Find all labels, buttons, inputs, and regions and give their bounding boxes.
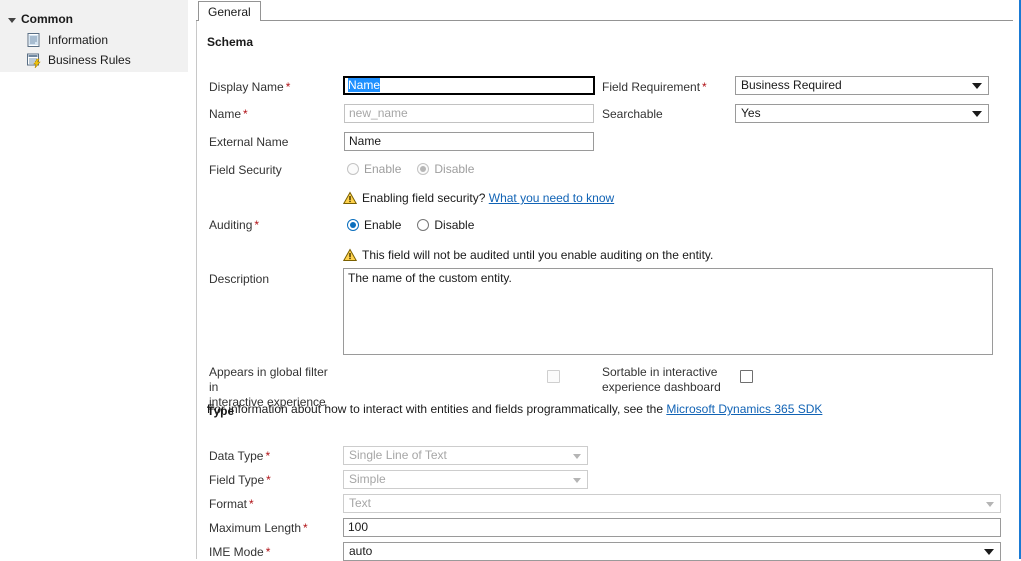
display-name-value: Name [348,78,381,92]
display-name-label: Display Name * [209,80,291,94]
radio-label: Disable [434,162,475,176]
data-type-value: Single Line of Text [349,448,447,462]
field-security-warning-text: Enabling field security? [362,191,486,205]
display-name-input[interactable]: Name [343,76,595,95]
field-security-warning: Enabling field security? What you need t… [342,191,863,205]
searchable-label: Searchable [602,107,663,121]
dynamics-sdk-link[interactable]: Microsoft Dynamics 365 SDK [666,402,822,416]
chevron-down-icon [986,502,994,507]
format-select[interactable]: Text [343,494,1001,513]
chevron-down-icon [8,17,16,23]
field-security-disable-radio[interactable]: Disable [417,162,474,176]
radio-dot-icon [347,163,359,175]
radio-label: Disable [434,218,475,232]
searchable-value: Yes [741,106,761,120]
ime-mode-label: IME Mode * [209,545,271,559]
field-editor-window: Common Information Business Rules Genera… [0,0,1021,561]
type-heading: Type [207,404,235,418]
chevron-down-icon [573,454,581,459]
sidebar-group-label: Common [21,12,73,26]
global-filter-checkbox[interactable] [547,370,560,383]
data-type-select[interactable]: Single Line of Text [343,446,588,465]
searchable-select[interactable]: Yes [735,104,989,123]
general-tab-panel: Schema Display Name * Name Name * new_name… [196,21,1013,561]
sidebar-item-label: Information [48,33,109,47]
external-name-value: Name [349,134,382,148]
field-security-label: Field Security [209,163,282,177]
field-type-value: Simple [349,472,386,486]
field-security-radio-group: Enable Disable [347,162,490,176]
radio-label: Enable [364,218,402,232]
chevron-down-icon [573,478,581,483]
sidebar-navigation: Common Information Business Rules [0,0,188,72]
format-label: Format * [209,497,254,511]
ime-mode-select[interactable]: auto [343,542,1001,561]
schema-heading: Schema [207,35,254,49]
auditing-enable-radio[interactable]: Enable [347,218,401,232]
ime-mode-value: auto [349,544,373,558]
tab-strip: General [196,0,1013,21]
auditing-label: Auditing * [209,218,260,232]
name-value: new_name [349,106,408,120]
field-type-select[interactable]: Simple [343,470,588,489]
field-type-label: Field Type * [209,473,271,487]
main-content: General Schema Display Name * Name Name * … [196,0,1013,561]
name-label: Name * [209,107,248,121]
warning-icon [342,248,358,262]
description-label: Description [209,272,270,286]
sortable-dashboard-checkbox[interactable] [740,370,753,383]
maximum-length-input[interactable]: 100 [343,518,1001,537]
maximum-length-value: 100 [348,520,369,534]
auditing-warning: This field will not be audited until you… [342,248,903,262]
description-textarea[interactable] [343,268,993,355]
external-name-input[interactable]: Name [344,132,594,151]
sdk-info-text: For information about how to interact wi… [207,402,663,416]
format-value: Text [349,496,372,510]
data-type-label: Data Type * [209,449,271,463]
field-security-enable-radio[interactable]: Enable [347,162,401,176]
radio-dot-icon [417,163,430,175]
chevron-down-icon [984,549,994,555]
radio-label: Enable [364,162,402,176]
maximum-length-label: Maximum Length * [209,521,308,535]
field-security-help-link[interactable]: What you need to know [489,191,614,205]
tab-general[interactable]: General [198,1,261,21]
field-requirement-select[interactable]: Business Required [735,76,989,95]
chevron-down-icon [972,83,982,89]
radio-dot-icon [347,219,359,231]
sidebar-item-label: Business Rules [48,53,131,67]
sdk-info-line: For information about how to interact wi… [207,402,822,416]
auditing-warning-text: This field will not be audited until you… [362,248,714,262]
auditing-disable-radio[interactable]: Disable [417,218,474,232]
external-name-label: External Name [209,135,289,149]
chevron-down-icon [972,111,982,117]
sidebar-item-business-rules[interactable]: Business Rules [26,51,131,69]
field-requirement-label: Field Requirement * [602,80,707,94]
radio-dot-icon [417,219,430,231]
sortable-dashboard-label: Sortable in interactive experience dashb… [602,365,721,394]
sidebar-group-common[interactable]: Common [8,12,73,26]
field-requirement-value: Business Required [741,78,842,92]
name-input[interactable]: new_name [344,104,594,123]
business-rules-icon [26,52,42,69]
auditing-radio-group: Enable Disable [347,218,490,232]
warning-icon [342,191,358,205]
sidebar-item-information[interactable]: Information [26,31,108,49]
document-icon [26,32,42,48]
